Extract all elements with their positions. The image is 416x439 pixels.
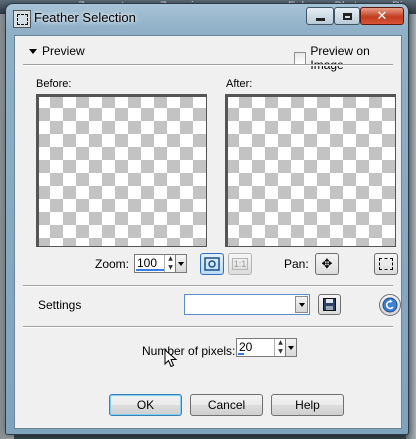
save-settings-button[interactable]	[318, 294, 341, 315]
minimize-icon	[315, 17, 325, 21]
zoom-dropdown-button[interactable]	[175, 254, 187, 273]
reset-arrow-icon	[382, 297, 398, 313]
pixels-level-bar	[238, 353, 244, 355]
marquee-view-button[interactable]	[374, 253, 398, 275]
close-icon: ✕	[376, 8, 388, 24]
save-disk-icon	[323, 298, 336, 311]
marquee-icon	[379, 258, 393, 270]
zoom-spinbox[interactable]: 100 ▲ ▼	[134, 254, 176, 273]
collapse-triangle-icon	[29, 48, 37, 54]
preview-toggle[interactable]: Preview	[29, 44, 85, 58]
pixels-dropdown-button[interactable]	[285, 338, 297, 357]
help-button[interactable]: Help	[271, 394, 344, 416]
number-of-pixels-label: Number of pixels:	[142, 344, 236, 358]
fit-zoom-button[interactable]	[200, 253, 224, 275]
preview-toggle-label: Preview	[42, 44, 85, 58]
actual-size-label: 1:1	[231, 258, 249, 270]
preview-on-image-label: Preview on Image	[310, 44, 370, 72]
minimize-button[interactable]	[306, 7, 334, 25]
pixels-spinbox[interactable]: 20 ▲ ▼	[236, 338, 286, 357]
reset-button[interactable]	[379, 294, 401, 316]
dialog-title: Feather Selection	[34, 10, 136, 25]
chevron-down-icon	[288, 345, 294, 350]
settings-combo[interactable]	[184, 294, 310, 315]
cancel-button[interactable]: Cancel	[190, 394, 263, 416]
preview-on-image-option[interactable]: Preview on Image	[294, 44, 401, 72]
pan-label: Pan:	[284, 257, 309, 271]
preview-on-image-checkbox[interactable]	[294, 51, 307, 65]
zoom-label: Zoom:	[95, 257, 130, 271]
pixels-value: 20	[239, 340, 253, 354]
preview-divider	[23, 64, 393, 66]
before-label: Before:	[36, 78, 72, 90]
ok-button[interactable]: OK	[109, 394, 182, 416]
dialog-client-area: Preview Preview on Image Before: After: …	[14, 35, 402, 429]
title-bar[interactable]: Feather Selection ✕	[6, 4, 408, 32]
settings-label: Settings	[38, 298, 82, 312]
actual-size-button[interactable]: 1:1	[228, 253, 252, 275]
maximize-icon	[342, 12, 352, 20]
settings-divider-bottom	[23, 326, 393, 328]
chevron-down-icon	[178, 261, 184, 266]
close-button[interactable]: ✕	[360, 7, 404, 25]
zoom-level-bar	[136, 269, 164, 271]
fit-zoom-icon	[204, 257, 220, 271]
after-label: After:	[226, 78, 253, 90]
selection-app-icon	[13, 10, 31, 28]
mouse-pointer-icon	[164, 349, 178, 368]
maximize-button[interactable]	[334, 7, 360, 25]
settings-divider-top	[23, 285, 393, 287]
pan-move-icon: ✥	[321, 256, 333, 272]
pan-button[interactable]: ✥	[315, 253, 339, 275]
after-preview-pane[interactable]	[225, 94, 396, 247]
before-preview-pane[interactable]	[36, 94, 207, 247]
settings-dropdown-button[interactable]	[295, 296, 308, 313]
zoom-value: 100	[137, 256, 158, 270]
feather-selection-dialog: Feather Selection ✕ Preview Preview on I…	[6, 4, 408, 434]
chevron-down-icon	[298, 302, 305, 307]
